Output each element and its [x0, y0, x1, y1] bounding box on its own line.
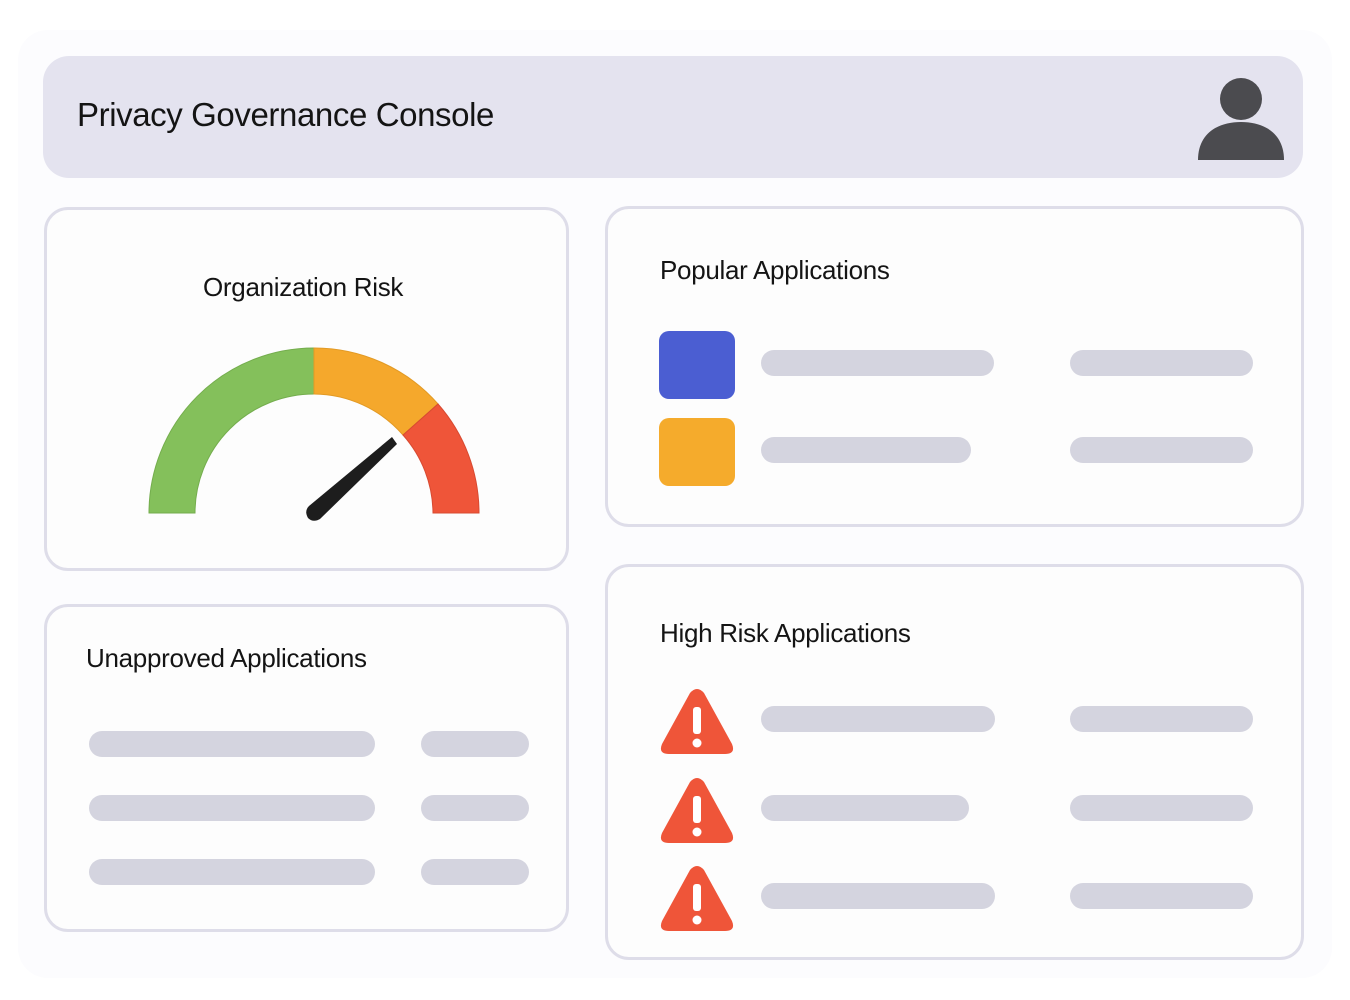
- app-value-placeholder: [421, 859, 529, 885]
- app-value-placeholder: [421, 731, 529, 757]
- app-value-placeholder: [1070, 437, 1253, 463]
- warning-icon: [660, 866, 734, 931]
- app-value-placeholder: [1070, 795, 1253, 821]
- app-name-placeholder: [761, 437, 971, 463]
- top-bar: Privacy Governance Console: [43, 56, 1303, 178]
- app-name-placeholder: [761, 350, 994, 376]
- gauge-low-segment: [148, 347, 315, 514]
- app-icon-blue[interactable]: [659, 331, 735, 399]
- app-value-placeholder: [421, 795, 529, 821]
- warning-icon: [660, 689, 734, 754]
- high-risk-applications-title: High Risk Applications: [660, 618, 911, 648]
- popular-applications-title: Popular Applications: [660, 255, 890, 285]
- warning-icon: [660, 778, 734, 843]
- high-risk-applications-card: High Risk Applications: [605, 564, 1304, 960]
- organization-risk-card: Organization Risk: [44, 207, 569, 571]
- app-name-placeholder: [761, 706, 995, 732]
- app-name-placeholder: [89, 795, 375, 821]
- risk-gauge: [148, 347, 480, 521]
- app-icon-orange[interactable]: [659, 418, 735, 486]
- unapproved-applications-title: Unapproved Applications: [86, 643, 367, 673]
- app-name-placeholder: [89, 859, 375, 885]
- app-value-placeholder: [1070, 350, 1253, 376]
- app-name-placeholder: [89, 731, 375, 757]
- user-avatar-icon[interactable]: [1197, 74, 1287, 160]
- app-value-placeholder: [1070, 883, 1253, 909]
- app-name-placeholder: [761, 795, 969, 821]
- popular-applications-card: Popular Applications: [605, 206, 1304, 527]
- page-title: Privacy Governance Console: [77, 96, 494, 133]
- unapproved-applications-card: Unapproved Applications: [44, 604, 569, 932]
- gauge-needle: [306, 437, 397, 521]
- app-name-placeholder: [761, 883, 995, 909]
- app-value-placeholder: [1070, 706, 1253, 732]
